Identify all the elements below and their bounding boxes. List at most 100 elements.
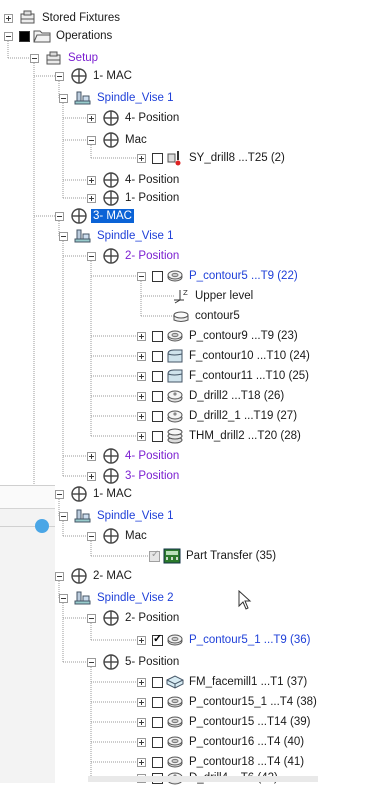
node-checkbox[interactable] bbox=[152, 270, 163, 282]
node-checkbox[interactable] bbox=[149, 549, 160, 562]
geometry-icon bbox=[172, 308, 190, 324]
collapse-toggle-icon[interactable] bbox=[59, 93, 68, 103]
tree-node-n21[interactable]: THM_drill2 ...T20 (28) bbox=[137, 426, 303, 446]
tree-node-label: 1- MAC bbox=[93, 488, 132, 500]
collapse-toggle-icon[interactable] bbox=[59, 593, 68, 603]
tree-node-n11[interactable]: Spindle_Vise 1 bbox=[59, 226, 176, 246]
tree-node-n14[interactable]: Z Upper level bbox=[172, 286, 255, 306]
node-checkbox[interactable] bbox=[152, 716, 163, 728]
tree-node-n25[interactable]: Spindle_Vise 1 bbox=[59, 506, 176, 526]
node-checkbox[interactable] bbox=[152, 350, 163, 362]
tree-node-n8[interactable]: 4- Position bbox=[87, 170, 181, 190]
collapse-toggle-icon[interactable] bbox=[59, 231, 68, 241]
collapse-toggle-icon[interactable] bbox=[55, 571, 64, 581]
tree-node-n24[interactable]: 1- MAC bbox=[55, 484, 134, 504]
tree-node-n4[interactable]: Spindle_Vise 1 bbox=[59, 88, 176, 108]
node-checkbox[interactable] bbox=[152, 676, 163, 688]
collapse-toggle-icon[interactable] bbox=[87, 613, 96, 623]
tree-node-n33[interactable]: FM_facemill1 ...T1 (37) bbox=[137, 672, 309, 692]
expand-toggle-icon[interactable] bbox=[137, 737, 146, 747]
tree-node-n20[interactable]: D_drill2_1 ...T19 (27) bbox=[137, 406, 299, 426]
tree-node-label: P_contour18 ...T4 (41) bbox=[189, 756, 305, 768]
collapse-toggle-icon[interactable] bbox=[87, 251, 96, 261]
node-checkbox[interactable] bbox=[152, 330, 163, 342]
expand-toggle-icon[interactable] bbox=[137, 431, 146, 441]
expand-toggle-icon[interactable] bbox=[137, 331, 146, 341]
collapse-toggle-icon[interactable] bbox=[137, 271, 146, 281]
mac-icon bbox=[70, 68, 88, 84]
expand-toggle-icon[interactable] bbox=[87, 451, 96, 461]
tree-node-n7[interactable]: SY_drill8 ...T25 (2) bbox=[137, 148, 287, 168]
tree-node-n2[interactable]: Setup bbox=[30, 48, 100, 68]
facemill-icon bbox=[166, 674, 184, 690]
expand-toggle-icon[interactable] bbox=[137, 371, 146, 381]
node-checkbox[interactable] bbox=[152, 410, 163, 422]
tree-node-n1[interactable]: Operations bbox=[4, 26, 114, 46]
expand-toggle-icon[interactable] bbox=[137, 635, 146, 645]
collapse-toggle-icon[interactable] bbox=[4, 31, 13, 41]
tree-node-n18[interactable]: F_contour11 ...T10 (25) bbox=[137, 366, 311, 386]
tree-node-n6[interactable]: Mac bbox=[87, 130, 149, 150]
expand-toggle-icon[interactable] bbox=[137, 351, 146, 361]
tree-node-n27[interactable]: Part Transfer (35) bbox=[149, 546, 278, 566]
node-checkbox[interactable] bbox=[152, 390, 163, 402]
tree-node-n26[interactable]: Mac bbox=[87, 526, 149, 546]
tree-node-n36[interactable]: P_contour16 ...T4 (40) bbox=[137, 732, 306, 752]
tree-node-n12[interactable]: 2- Position bbox=[87, 246, 181, 266]
tree-node-n23[interactable]: 3- Position bbox=[87, 466, 181, 486]
axis-icon: Z bbox=[172, 288, 190, 304]
collapse-toggle-icon[interactable] bbox=[59, 511, 68, 521]
horizontal-scrollbar[interactable] bbox=[88, 776, 318, 782]
collapse-toggle-icon[interactable] bbox=[55, 71, 64, 81]
expand-toggle-icon[interactable] bbox=[87, 471, 96, 481]
tree-node-n13[interactable]: P_contour5 ...T9 (22) bbox=[137, 266, 300, 286]
tree-node-n30[interactable]: 2- Position bbox=[87, 608, 181, 628]
tree-node-n9[interactable]: 1- Position bbox=[87, 188, 181, 208]
node-checkbox[interactable] bbox=[152, 696, 163, 708]
expand-toggle-icon[interactable] bbox=[137, 411, 146, 421]
tree-node-n10[interactable]: 3- MAC bbox=[55, 206, 134, 226]
expand-toggle-icon[interactable] bbox=[87, 175, 96, 185]
tree-node-n17[interactable]: F_contour10 ...T10 (24) bbox=[137, 346, 312, 366]
tree-node-n32[interactable]: 5- Position bbox=[87, 652, 181, 672]
mac-icon bbox=[70, 208, 88, 224]
node-checkbox[interactable] bbox=[152, 370, 163, 382]
node-checkbox[interactable] bbox=[152, 756, 163, 768]
node-checkbox[interactable] bbox=[152, 632, 163, 646]
tree-node-n22[interactable]: 4- Position bbox=[87, 446, 181, 466]
tree-node-n16[interactable]: P_contour9 ...T9 (23) bbox=[137, 326, 300, 346]
collapse-toggle-icon[interactable] bbox=[87, 531, 96, 541]
tree-node-n29[interactable]: Spindle_Vise 2 bbox=[59, 588, 176, 608]
expand-toggle-icon[interactable] bbox=[137, 677, 146, 687]
node-checkbox[interactable] bbox=[152, 152, 163, 164]
tree-node-n15[interactable]: contour5 bbox=[172, 306, 242, 326]
tree-node-n0[interactable]: Stored Fixtures bbox=[4, 8, 122, 28]
vise-icon bbox=[74, 508, 92, 524]
collapse-toggle-icon[interactable] bbox=[55, 211, 64, 221]
expand-toggle-icon[interactable] bbox=[137, 757, 146, 767]
expand-toggle-icon[interactable] bbox=[137, 391, 146, 401]
node-checkbox[interactable] bbox=[19, 30, 30, 42]
tree-node-n3[interactable]: 1- MAC bbox=[55, 66, 134, 86]
expand-toggle-icon[interactable] bbox=[87, 113, 96, 123]
collapse-toggle-icon[interactable] bbox=[55, 489, 64, 499]
collapse-toggle-icon[interactable] bbox=[87, 657, 96, 667]
tree-node-n28[interactable]: 2- MAC bbox=[55, 566, 134, 586]
tree-node-label: 3- MAC bbox=[91, 209, 134, 223]
tree-node-n34[interactable]: P_contour15_1 ...T4 (38) bbox=[137, 692, 319, 712]
collapse-toggle-icon[interactable] bbox=[30, 53, 39, 63]
position-icon bbox=[102, 654, 120, 670]
node-checkbox[interactable] bbox=[152, 736, 163, 748]
tree-node-n31[interactable]: P_contour5_1 ...T9 (36) bbox=[137, 630, 312, 650]
expand-toggle-icon[interactable] bbox=[137, 717, 146, 727]
tree-node-n35[interactable]: P_contour15 ...T14 (39) bbox=[137, 712, 312, 732]
expand-toggle-icon[interactable] bbox=[4, 13, 13, 23]
tree-node-n19[interactable]: D_drill2 ...T18 (26) bbox=[137, 386, 286, 406]
node-checkbox[interactable] bbox=[152, 430, 163, 442]
expand-toggle-icon[interactable] bbox=[137, 153, 146, 163]
tree-node-n5[interactable]: 4- Position bbox=[87, 108, 181, 128]
tree-node-label: P_contour5_1 ...T9 (36) bbox=[189, 634, 311, 646]
expand-toggle-icon[interactable] bbox=[137, 697, 146, 707]
expand-toggle-icon[interactable] bbox=[87, 193, 96, 203]
collapse-toggle-icon[interactable] bbox=[87, 135, 96, 145]
